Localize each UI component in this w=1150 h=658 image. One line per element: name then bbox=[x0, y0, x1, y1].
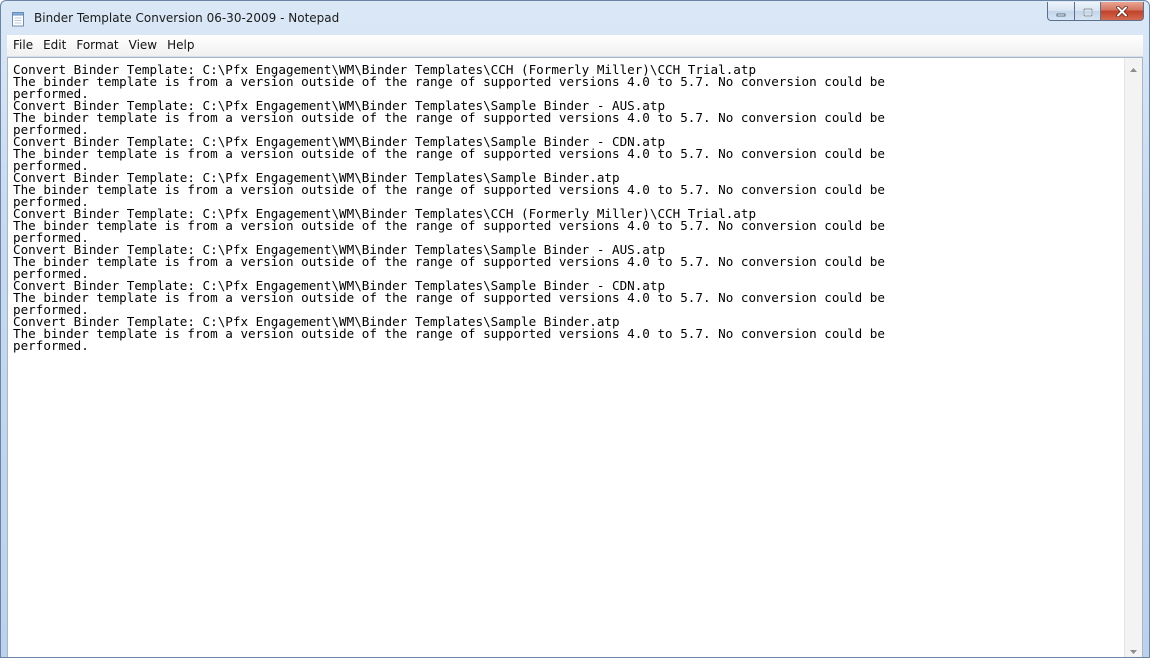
text-line: The binder template is from a version ou… bbox=[13, 326, 885, 341]
text-line: The binder template is from a version ou… bbox=[13, 146, 885, 161]
menu-file[interactable]: File bbox=[9, 36, 37, 55]
text-line: The binder template is from a version ou… bbox=[13, 254, 885, 269]
text-line: The binder template is from a version ou… bbox=[13, 74, 885, 89]
vertical-scrollbar[interactable] bbox=[1124, 58, 1142, 657]
menu-format[interactable]: Format bbox=[72, 36, 122, 55]
minimize-button[interactable] bbox=[1047, 2, 1074, 21]
document-text-area[interactable]: Convert Binder Template: C:\Pfx Engageme… bbox=[8, 58, 1125, 657]
maximize-button[interactable] bbox=[1074, 2, 1100, 21]
scroll-up-button[interactable] bbox=[1125, 58, 1142, 75]
caption-buttons bbox=[1047, 2, 1144, 22]
text-line: performed. bbox=[13, 338, 89, 353]
notepad-window: Binder Template Conversion 06-30-2009 - … bbox=[0, 0, 1150, 658]
close-icon bbox=[1116, 2, 1128, 21]
maximize-icon bbox=[1082, 2, 1093, 21]
menu-help[interactable]: Help bbox=[163, 36, 198, 55]
window-title: Binder Template Conversion 06-30-2009 - … bbox=[34, 11, 340, 25]
text-line: The binder template is from a version ou… bbox=[13, 290, 885, 305]
notepad-icon[interactable] bbox=[10, 11, 26, 27]
scroll-down-button[interactable] bbox=[1125, 640, 1142, 657]
title-bar[interactable]: Binder Template Conversion 06-30-2009 - … bbox=[1, 1, 1149, 35]
menu-view[interactable]: View bbox=[125, 36, 161, 55]
scroll-down-arrow-icon bbox=[1130, 639, 1137, 658]
scroll-up-arrow-icon bbox=[1130, 57, 1137, 76]
menu-bar: File Edit Format View Help bbox=[7, 35, 1143, 57]
close-button[interactable] bbox=[1100, 2, 1144, 21]
text-line: The binder template is from a version ou… bbox=[13, 110, 885, 125]
text-line: The binder template is from a version ou… bbox=[13, 218, 885, 233]
minimize-icon bbox=[1056, 2, 1066, 21]
menu-edit[interactable]: Edit bbox=[39, 36, 70, 55]
editor-pane: Convert Binder Template: C:\Pfx Engageme… bbox=[7, 57, 1143, 657]
text-line: The binder template is from a version ou… bbox=[13, 182, 885, 197]
